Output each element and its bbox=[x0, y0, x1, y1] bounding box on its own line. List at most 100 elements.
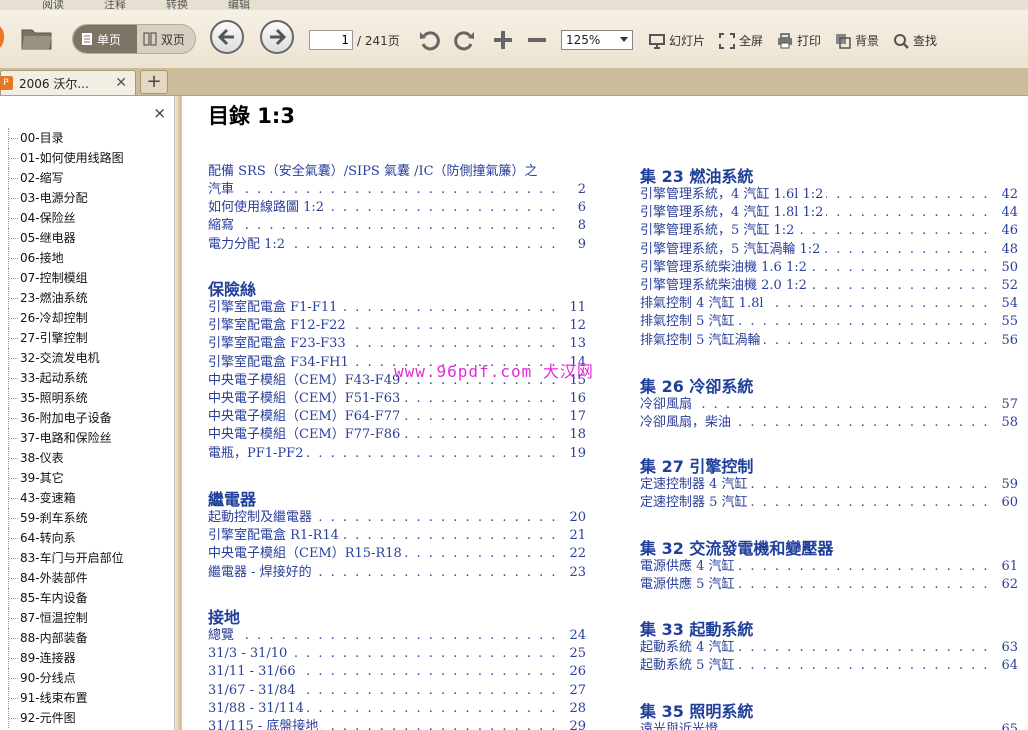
slideshow-button[interactable]: 幻灯片 bbox=[649, 32, 705, 49]
new-tab-button[interactable]: + bbox=[140, 70, 168, 94]
toc-entry[interactable]: . . . . . . . . . . . . . . . . . . . . … bbox=[640, 204, 1018, 223]
bookmark-item[interactable]: 87-恒温控制 bbox=[0, 608, 174, 628]
app-logo-icon[interactable] bbox=[0, 22, 4, 52]
bookmark-item[interactable]: 07-控制模组 bbox=[0, 268, 174, 288]
toc-entry[interactable]: . . . . . . . . . . . . . . . . . . . . … bbox=[208, 408, 586, 427]
bookmark-item[interactable]: 32-交流发电机 bbox=[0, 348, 174, 368]
bookmark-item[interactable]: 92-元件图 bbox=[0, 708, 174, 728]
bookmark-item[interactable]: 04-保险丝 bbox=[0, 208, 174, 228]
toc-entry[interactable]: . . . . . . . . . . . . . . . . . . . . … bbox=[640, 494, 1018, 513]
bookmark-item[interactable]: 64-转向系 bbox=[0, 528, 174, 548]
toc-entry-page: 18 bbox=[566, 426, 586, 445]
toc-entry[interactable]: . . . . . . . . . . . . . . . . . . . . … bbox=[208, 181, 586, 199]
bookmark-item[interactable]: 37-电路和保险丝 bbox=[0, 428, 174, 448]
toc-entry[interactable]: . . . . . . . . . . . . . . . . . . . . … bbox=[208, 509, 586, 527]
bookmark-item[interactable]: 88-内部装备 bbox=[0, 628, 174, 648]
rotate-left-icon[interactable] bbox=[418, 28, 442, 55]
toc-entry[interactable]: . . . . . . . . . . . . . . . . . . . . … bbox=[640, 721, 1018, 730]
rotate-right-icon[interactable] bbox=[452, 28, 476, 55]
bookmark-item[interactable]: 89-连接器 bbox=[0, 648, 174, 668]
toc-entry[interactable]: . . . . . . . . . . . . . . . . . . . . … bbox=[208, 527, 586, 546]
bookmark-item[interactable]: 59-刹车系统 bbox=[0, 508, 174, 528]
bookmark-item[interactable]: 27-引擎控制 bbox=[0, 328, 174, 348]
toc-entry[interactable]: . . . . . . . . . . . . . . . . . . . . … bbox=[208, 545, 586, 564]
bookmark-item[interactable]: 91-线束布置 bbox=[0, 688, 174, 708]
bookmark-item[interactable]: 00-目录 bbox=[0, 128, 174, 148]
bookmark-item[interactable]: 90-分线点 bbox=[0, 668, 174, 688]
bookmark-item[interactable]: 03-电源分配 bbox=[0, 188, 174, 208]
bookmark-item[interactable]: 06-接地 bbox=[0, 248, 174, 268]
zoom-out-icon[interactable] bbox=[526, 29, 548, 54]
toc-entry[interactable]: . . . . . . . . . . . . . . . . . . . . … bbox=[208, 390, 586, 408]
single-page-button[interactable]: 单页 bbox=[73, 25, 137, 53]
zoom-in-icon[interactable] bbox=[492, 29, 514, 54]
toc-entry[interactable]: . . . . . . . . . . . . . . . . . . . . … bbox=[208, 335, 586, 354]
bookmark-item[interactable]: 38-仪表 bbox=[0, 448, 174, 468]
toc-entry[interactable]: . . . . . . . . . . . . . . . . . . . . … bbox=[208, 235, 586, 254]
toc-entry[interactable]: . . . . . . . . . . . . . . . . . . . . … bbox=[208, 317, 586, 336]
toc-entry[interactable]: . . . . . . . . . . . . . . . . . . . . … bbox=[640, 576, 1018, 595]
document-viewport[interactable]: 目錄 1:3 www.96pdf.com 大汉网 配備 SRS（安全氣囊）/SI… bbox=[182, 96, 1028, 730]
toc-entry[interactable]: . . . . . . . . . . . . . . . . . . . . … bbox=[208, 699, 586, 718]
toc-entry[interactable]: . . . . . . . . . . . . . . . . . . . . … bbox=[208, 563, 586, 582]
background-button[interactable]: 背景 bbox=[835, 32, 879, 49]
close-sidebar-icon[interactable]: × bbox=[153, 104, 166, 122]
bookmark-item[interactable]: 39-其它 bbox=[0, 468, 174, 488]
bookmark-item[interactable]: 35-照明系统 bbox=[0, 388, 174, 408]
page-number-input[interactable] bbox=[309, 30, 353, 50]
toolbar: 单页 双页 / 241页 125% 幻灯片 全屏 打印 bbox=[0, 10, 1028, 69]
toc-entry[interactable]: . . . . . . . . . . . . . . . . . . . . … bbox=[640, 295, 1018, 314]
toc-entry[interactable]: . . . . . . . . . . . . . . . . . . . . … bbox=[640, 186, 1018, 204]
bookmark-item[interactable]: 85-车内设备 bbox=[0, 588, 174, 608]
bookmark-item[interactable]: 33-起动系统 bbox=[0, 368, 174, 388]
toc-entry[interactable]: . . . . . . . . . . . . . . . . . . . . … bbox=[208, 681, 586, 700]
prev-page-button[interactable] bbox=[210, 20, 244, 54]
toc-intro-line[interactable]: 配備 SRS（安全氣囊）/SIPS 氣囊 /IC（防側撞氣簾）之 bbox=[208, 163, 538, 181]
toc-entry[interactable]: . . . . . . . . . . . . . . . . . . . . … bbox=[208, 645, 586, 664]
print-button[interactable]: 打印 bbox=[777, 32, 821, 49]
toc-entry[interactable]: . . . . . . . . . . . . . . . . . . . . … bbox=[640, 639, 1018, 657]
toc-entry[interactable]: . . . . . . . . . . . . . . . . . . . . … bbox=[208, 217, 586, 236]
close-tab-icon[interactable]: ✕ bbox=[115, 75, 127, 91]
toc-entry[interactable]: . . . . . . . . . . . . . . . . . . . . … bbox=[208, 199, 586, 218]
document-tab[interactable]: P 2006 沃尔... ✕ bbox=[0, 70, 136, 95]
menu-tab-read[interactable]: 阅读 bbox=[42, 0, 64, 10]
bookmark-item[interactable]: 23-燃油系统 bbox=[0, 288, 174, 308]
toc-entry[interactable]: . . . . . . . . . . . . . . . . . . . . … bbox=[640, 657, 1018, 676]
bookmark-item[interactable]: 26-冷却控制 bbox=[0, 308, 174, 328]
bookmark-item[interactable]: 01-如何使用线路图 bbox=[0, 148, 174, 168]
open-folder-icon[interactable] bbox=[20, 24, 54, 55]
toc-entry[interactable]: . . . . . . . . . . . . . . . . . . . . … bbox=[208, 718, 586, 730]
toc-entry[interactable]: . . . . . . . . . . . . . . . . . . . . … bbox=[640, 396, 1018, 414]
toc-entry[interactable]: . . . . . . . . . . . . . . . . . . . . … bbox=[640, 476, 1018, 494]
fullscreen-button[interactable]: 全屏 bbox=[719, 32, 763, 49]
double-page-button[interactable]: 双页 bbox=[137, 25, 195, 53]
toc-entry[interactable]: . . . . . . . . . . . . . . . . . . . . … bbox=[208, 299, 586, 317]
bookmark-item[interactable]: 36-附加电子设备 bbox=[0, 408, 174, 428]
toc-entry[interactable]: . . . . . . . . . . . . . . . . . . . . … bbox=[208, 627, 586, 645]
toc-entry[interactable]: . . . . . . . . . . . . . . . . . . . . … bbox=[640, 414, 1018, 433]
menu-tab-edit[interactable]: 编辑 bbox=[228, 0, 250, 10]
bookmark-item[interactable]: 05-继电器 bbox=[0, 228, 174, 248]
bookmark-item[interactable]: 83-车门与开启部位 bbox=[0, 548, 174, 568]
toc-entry[interactable]: . . . . . . . . . . . . . . . . . . . . … bbox=[208, 426, 586, 445]
menu-tab-convert[interactable]: 转换 bbox=[166, 0, 188, 10]
toc-entry[interactable]: . . . . . . . . . . . . . . . . . . . . … bbox=[640, 313, 1018, 332]
toc-entry[interactable]: . . . . . . . . . . . . . . . . . . . . … bbox=[208, 663, 586, 682]
toc-entry[interactable]: . . . . . . . . . . . . . . . . . . . . … bbox=[640, 240, 1018, 259]
menu-tab-annotate[interactable]: 注释 bbox=[104, 0, 126, 10]
toc-entry[interactable]: . . . . . . . . . . . . . . . . . . . . … bbox=[640, 558, 1018, 576]
toc-entry[interactable]: . . . . . . . . . . . . . . . . . . . . … bbox=[640, 331, 1018, 350]
next-page-button[interactable] bbox=[260, 20, 294, 54]
sidebar-splitter[interactable] bbox=[175, 96, 181, 730]
bookmark-item[interactable]: 84-外装部件 bbox=[0, 568, 174, 588]
section-heading: 保險絲 bbox=[208, 280, 257, 299]
zoom-select[interactable]: 125% bbox=[561, 30, 633, 50]
toc-entry[interactable]: . . . . . . . . . . . . . . . . . . . . … bbox=[640, 277, 1018, 295]
toc-entry[interactable]: . . . . . . . . . . . . . . . . . . . . … bbox=[640, 222, 1018, 241]
bookmark-item[interactable]: 02-缩写 bbox=[0, 168, 174, 188]
find-button[interactable]: 查找 bbox=[893, 32, 937, 49]
toc-entry[interactable]: . . . . . . . . . . . . . . . . . . . . … bbox=[640, 258, 1018, 277]
bookmark-item[interactable]: 43-变速箱 bbox=[0, 488, 174, 508]
toc-entry[interactable]: . . . . . . . . . . . . . . . . . . . . … bbox=[208, 444, 586, 463]
